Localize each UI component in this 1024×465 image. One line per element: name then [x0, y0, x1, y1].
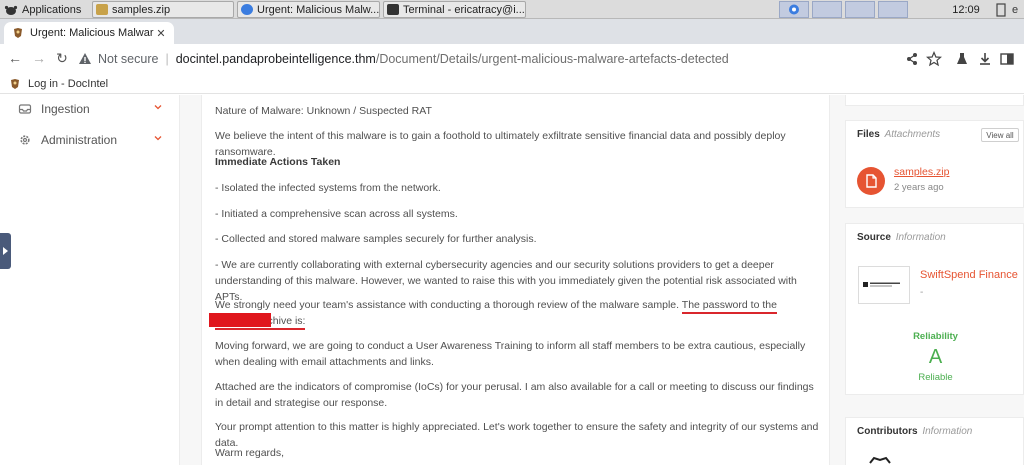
assistance-text: We strongly need your team's assistance …	[215, 299, 680, 311]
share-icon[interactable]	[904, 51, 920, 67]
source-card: Source Information SwiftSpend Finance - …	[845, 223, 1024, 395]
action-item: - Isolated the infected systems from the…	[215, 182, 441, 194]
applications-label: Applications	[22, 3, 82, 16]
reliability-text: Reliable	[918, 372, 953, 383]
workspace-1-button[interactable]	[779, 1, 809, 18]
tab-title: Urgent: Malicious Malware	[30, 27, 154, 39]
previous-card	[845, 95, 1024, 106]
warm-regards: Warm regards,	[215, 447, 285, 459]
profile-icon[interactable]	[999, 51, 1015, 67]
sidebar: Ingestion Administration	[0, 95, 180, 465]
bookmark-label: Log in - DocIntel	[28, 77, 109, 90]
task-browser[interactable]: Urgent: Malicious Malw...	[237, 1, 380, 18]
task-label: Urgent: Malicious Malw...	[257, 3, 379, 16]
chrome-icon	[241, 4, 253, 15]
contributor-avatar-icon	[869, 456, 891, 464]
back-icon[interactable]: ←	[6, 50, 24, 66]
bookmark-star-icon[interactable]	[926, 51, 942, 67]
chevron-down-icon	[154, 105, 162, 110]
source-subtitle: Information	[895, 232, 946, 243]
contributors-header: Contributors Information	[846, 418, 1023, 445]
chevron-down-icon	[154, 136, 162, 141]
task-terminal[interactable]: Terminal - ericatracy@i...	[383, 1, 526, 18]
file-timestamp: 2 years ago	[894, 182, 944, 193]
forward-icon[interactable]: →	[30, 50, 48, 66]
reliability-label: Reliability	[913, 331, 958, 342]
source-name-link[interactable]: SwiftSpend Finance	[920, 269, 1018, 281]
archive-icon	[96, 4, 108, 15]
user-initial: e	[1012, 3, 1019, 16]
right-column: Files Attachments View all samples.zip 2…	[845, 95, 1024, 465]
assistance-paragraph: We strongly need your team's assistance …	[215, 297, 820, 330]
action-item: - Initiated a comprehensive scan across …	[215, 208, 458, 220]
iocs-paragraph: Attached are the indicators of compromis…	[215, 381, 814, 409]
workspace-4-button[interactable]	[878, 1, 908, 18]
security-label: Not secure	[98, 52, 159, 66]
url-host: docintel.pandaprobeintelligence.thm	[175, 52, 376, 66]
immediate-actions-heading: Immediate Actions Taken	[215, 156, 341, 168]
source-title: Source	[857, 232, 891, 243]
workspace-3-button[interactable]	[845, 1, 875, 18]
workspace-2-button[interactable]	[812, 1, 842, 18]
contributors-title: Contributors	[857, 426, 918, 437]
training-paragraph: Moving forward, we are going to conduct …	[215, 340, 806, 368]
download-icon[interactable]	[977, 51, 993, 67]
bookmark-login[interactable]: Log in - DocIntel	[0, 78, 108, 90]
drawer-handle[interactable]	[0, 233, 11, 269]
files-subtitle: Attachments	[884, 129, 941, 140]
url-path: /Document/Details/urgent-malicious-malwa…	[375, 52, 729, 66]
file-link[interactable]: samples.zip	[894, 166, 949, 178]
address-bar[interactable]: Not secure | docintel.pandaprobeintellig…	[78, 50, 729, 68]
sidebar-item-administration[interactable]: Administration	[18, 128, 163, 152]
reload-icon[interactable]: ↻	[53, 50, 71, 67]
file-icon	[857, 167, 885, 195]
source-logo	[858, 266, 910, 304]
page: Ingestion Administration Nature of Malwa…	[0, 95, 1024, 465]
task-label: samples.zip	[112, 3, 171, 16]
contributors-subtitle: Information	[922, 426, 973, 437]
xfce-mouse-icon	[4, 5, 18, 15]
applications-menu[interactable]: Applications	[0, 0, 86, 19]
files-card: Files Attachments View all samples.zip 2…	[845, 120, 1024, 208]
os-taskbar: Applications samples.zip Urgent: Malicio…	[0, 0, 1024, 19]
bookmarks-bar: Log in - DocIntel	[0, 74, 1024, 94]
terminal-icon	[387, 4, 399, 15]
battery-icon	[996, 2, 1006, 17]
sidebar-item-label: Administration	[41, 133, 118, 147]
task-label: Terminal - ericatracy@i...	[403, 3, 525, 16]
docintel-favicon-icon	[14, 28, 22, 38]
sidebar-item-label: Ingestion	[41, 102, 90, 116]
tab-active[interactable]: Urgent: Malicious Malware ✕	[4, 22, 174, 44]
close-tab-icon[interactable]: ✕	[154, 27, 168, 40]
gear-icon	[20, 135, 30, 145]
clock: 12:09	[952, 3, 980, 16]
extension-icon[interactable]	[954, 51, 970, 67]
url-separator: |	[165, 52, 169, 66]
files-title: Files	[857, 129, 880, 140]
sidebar-item-ingestion[interactable]: Ingestion	[18, 97, 163, 121]
docintel-favicon-icon	[11, 78, 19, 89]
nature-of-malware: Nature of Malware: Unknown / Suspected R…	[215, 105, 432, 117]
source-subtext: -	[920, 287, 924, 298]
task-samples-zip[interactable]: samples.zip	[92, 1, 234, 18]
document-body: Nature of Malware: Unknown / Suspected R…	[201, 95, 830, 465]
user-menu[interactable]: e	[996, 0, 1024, 19]
contributors-card: Contributors Information	[845, 417, 1024, 465]
browser-tabstrip: Urgent: Malicious Malware ✕ +	[0, 19, 1024, 58]
source-header: Source Information	[846, 224, 1023, 251]
view-all-button[interactable]: View all	[981, 128, 1019, 142]
redaction-box	[209, 313, 271, 327]
chrome-icon	[789, 4, 799, 15]
action-item: - Collected and stored malware samples s…	[215, 233, 537, 245]
reliability-grade: A	[928, 346, 943, 368]
warning-icon	[79, 53, 91, 64]
inbox-icon	[18, 104, 32, 114]
